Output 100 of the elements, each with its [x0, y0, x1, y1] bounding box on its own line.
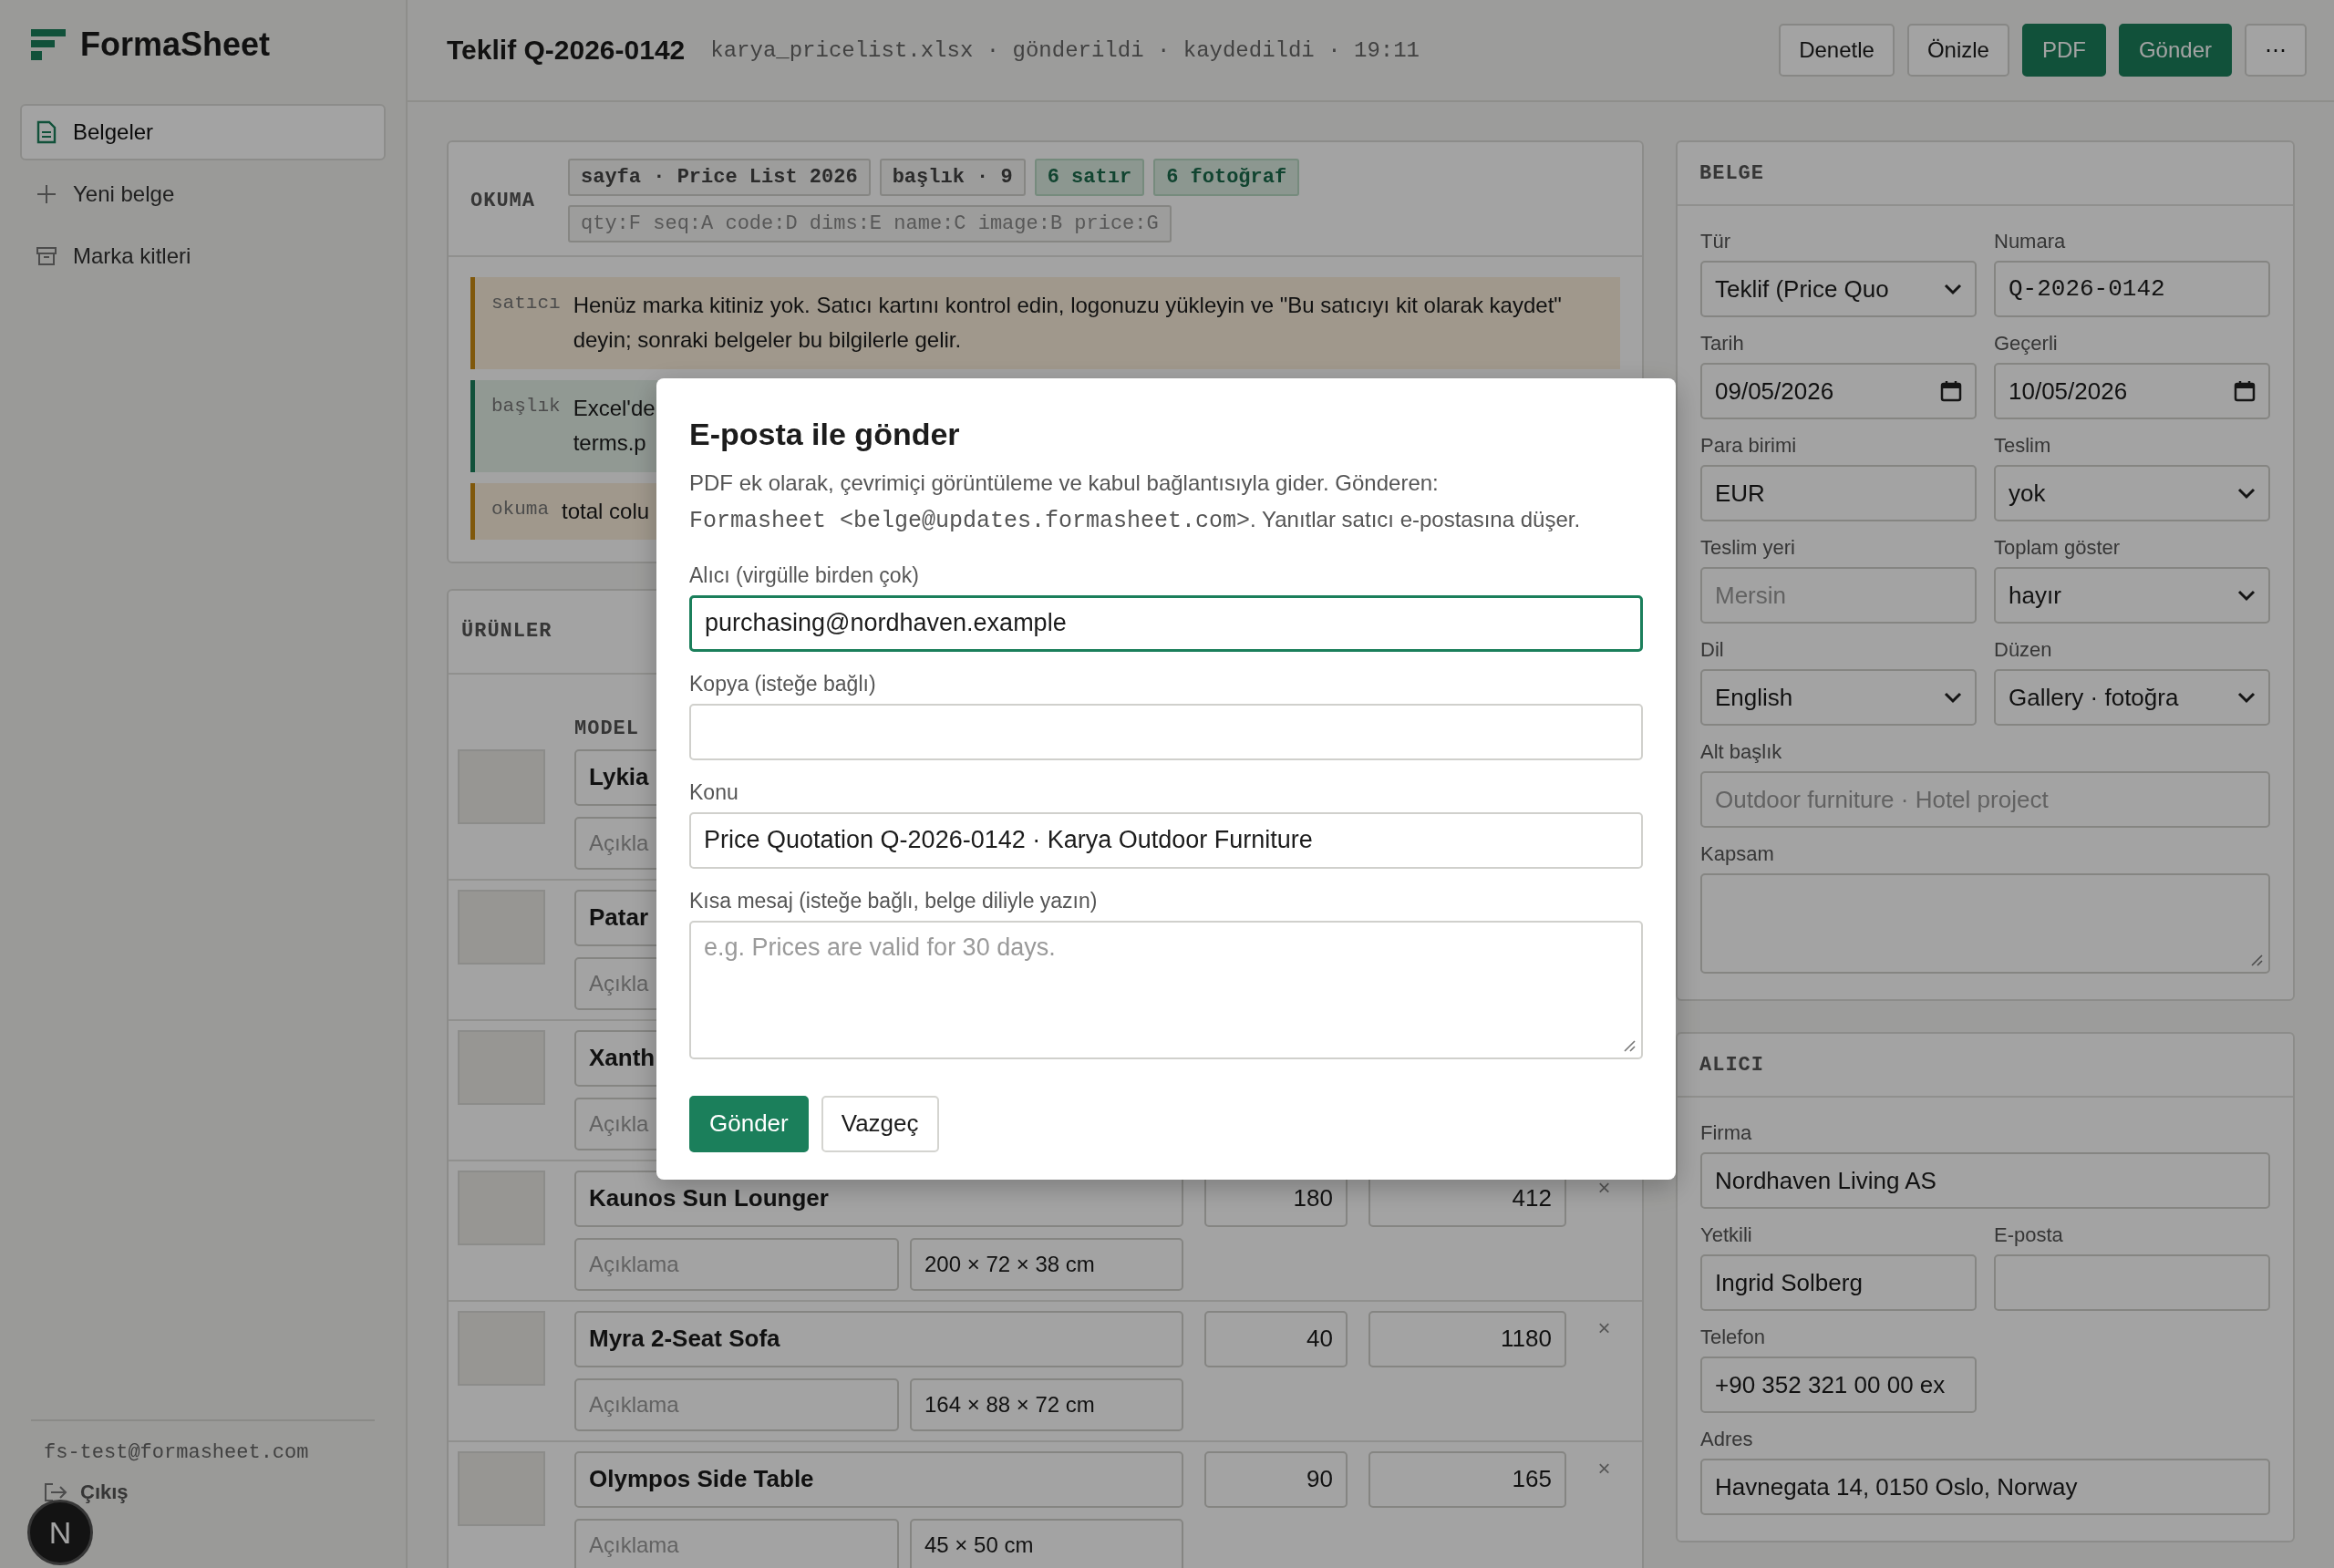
notice-text: Excel'de: [573, 394, 656, 422]
text-area[interactable]: [1700, 873, 2270, 974]
panel-title: BELGE: [1699, 161, 1764, 185]
notice-tag: başlık: [491, 395, 561, 461]
brand-name: FormaSheet: [80, 26, 271, 64]
toolbar-button[interactable]: Gönder: [2118, 24, 2232, 77]
select-field[interactable]: yok: [1994, 465, 2270, 521]
name-field[interactable]: Olympos Side Table: [574, 1450, 1183, 1508]
text-field[interactable]: Price Quotation Q-2026-0142 · Karya Outdoor Furniture: [689, 811, 1643, 869]
panel-title: OKUMA: [470, 190, 535, 212]
field-label: Geçerli: [1994, 332, 2059, 356]
field-label: Dil: [1700, 638, 1725, 662]
text-area[interactable]: e.g. Prices are valid for 30 days.: [689, 920, 1643, 1059]
column-mapping-tag: qty:F seq:A code:D dims:E name:C image:B price:G: [568, 205, 1172, 242]
text-field[interactable]: Mersin: [1700, 567, 1977, 624]
price-field[interactable]: 1180: [1368, 1310, 1566, 1367]
document-meta: karya_pricelist.xlsx · gönderildi · kaydedildi · 19:11: [710, 37, 1420, 63]
notice-text: terms.p: [573, 429, 647, 458]
panel-title: ÜRÜNLER: [461, 620, 553, 644]
chevron-down-icon: [1944, 691, 1962, 704]
text-field[interactable]: [1994, 1254, 2270, 1311]
select-field[interactable]: English: [1700, 669, 1977, 726]
user-email: fs-test@formasheet.com: [44, 1441, 310, 1464]
field-label: Teslim: [1994, 434, 2052, 458]
dialog-button[interactable]: Gönder: [689, 1095, 809, 1152]
select-field[interactable]: Gallery · fotoğra: [1994, 669, 2270, 726]
chevron-down-icon: [1944, 283, 1962, 295]
resize-handle-icon: [1623, 1038, 1636, 1052]
field-label: Alt başlık: [1700, 740, 1783, 764]
text-field[interactable]: Ingrid Solberg: [1700, 1254, 1977, 1311]
sidebar-item[interactable]: Yeni belge: [20, 166, 386, 222]
text-field[interactable]: purchasing@nordhaven.example: [689, 594, 1643, 652]
toolbar-button[interactable]: Önizle: [1906, 24, 2009, 77]
document-title: Teklif Q-2026-0142: [447, 35, 686, 66]
text-field[interactable]: +90 352 321 00 00 ex: [1700, 1357, 1977, 1413]
sidebar-item[interactable]: Belgeler: [20, 104, 386, 160]
field-label: Alıcı (virgülle birden çok): [689, 562, 920, 588]
price-field[interactable]: 165: [1368, 1450, 1566, 1508]
chevron-down-icon: [2237, 691, 2256, 704]
info-tag: başlık · 9: [879, 159, 1026, 196]
dialog-button[interactable]: Vazgeç: [821, 1095, 939, 1152]
field-label: Numara: [1994, 230, 2067, 253]
info-tag: sayfa · Price List 2026: [568, 159, 871, 196]
more-button[interactable]: ⋯: [2245, 24, 2307, 77]
text-field[interactable]: EUR: [1700, 465, 1977, 521]
description-field[interactable]: Açıklama: [574, 1237, 899, 1291]
panel-title: ALICI: [1699, 1053, 1764, 1077]
text-field[interactable]: Outdoor furniture · Hotel project: [1700, 771, 2270, 828]
dimensions-field[interactable]: 45 × 50 cm: [910, 1518, 1183, 1568]
resize-handle-icon: [2250, 954, 2263, 966]
field-label: Kısa mesaj (isteğe bağlı, belge diliyle yazın): [689, 888, 1099, 913]
toolbar-button[interactable]: Denetle: [1779, 24, 1895, 77]
logo-icon: [31, 29, 66, 60]
toolbar-button[interactable]: PDF: [2021, 24, 2106, 77]
quantity-field[interactable]: 90: [1204, 1450, 1348, 1508]
document-icon: [36, 120, 57, 144]
description-field[interactable]: Açıklama: [574, 1377, 899, 1431]
field-label: Teslim yeri: [1700, 536, 1796, 560]
date-field[interactable]: 09/05/2026: [1700, 363, 1977, 419]
description-field[interactable]: Açıklama: [574, 1518, 899, 1568]
quantity-field[interactable]: 40: [1204, 1310, 1348, 1367]
text-field[interactable]: Q-2026-0142: [1994, 261, 2270, 317]
text-field[interactable]: Havnegata 14, 0150 Oslo, Norway: [1700, 1459, 2270, 1515]
column-header: MODEL: [574, 717, 639, 740]
select-field[interactable]: Teklif (Price Quo: [1700, 261, 1977, 317]
calendar-icon: [1940, 380, 1962, 402]
text-field[interactable]: [689, 703, 1643, 760]
plus-icon: [36, 184, 57, 204]
dimensions-field[interactable]: 200 × 72 × 38 cm: [910, 1237, 1183, 1291]
field-label: E-posta: [1994, 1223, 2064, 1247]
info-tag: 6 satır: [1034, 159, 1145, 196]
chevron-down-icon: [2237, 487, 2256, 500]
field-label: Adres: [1700, 1428, 1754, 1451]
sidebar-item[interactable]: Marka kitleri: [20, 228, 386, 284]
notice-text: total colu: [562, 497, 650, 525]
select-field[interactable]: hayır: [1994, 567, 2270, 624]
field-label: Konu: [689, 779, 739, 805]
info-tag: 6 fotoğraf: [1153, 159, 1300, 196]
archive-box-icon: [36, 246, 57, 266]
dialog-title: E-posta ile gönder: [689, 417, 961, 452]
calendar-icon: [2234, 380, 2256, 402]
logout-icon: [44, 1482, 67, 1502]
field-label: Telefon: [1700, 1326, 1766, 1349]
field-label: Tarih: [1700, 332, 1745, 356]
name-field[interactable]: Myra 2-Seat Sofa: [574, 1310, 1183, 1367]
field-label: Kapsam: [1700, 842, 1775, 866]
field-label: Yetkili: [1700, 1223, 1753, 1247]
notice-tag: okuma: [491, 498, 549, 529]
field-label: Tür: [1700, 230, 1731, 253]
field-label: Toplam göster: [1994, 536, 2122, 560]
text-field[interactable]: Nordhaven Living AS: [1700, 1152, 2270, 1209]
field-label: Para birimi: [1700, 434, 1798, 458]
field-label: Düzen: [1994, 638, 2053, 662]
date-field[interactable]: 10/05/2026: [1994, 363, 2270, 419]
chevron-down-icon: [2237, 589, 2256, 602]
field-label: Kopya (isteğe bağlı): [689, 671, 877, 696]
dimensions-field[interactable]: 164 × 88 × 72 cm: [910, 1377, 1183, 1431]
field-label: Firma: [1700, 1121, 1753, 1145]
notice-tag: satıcı: [491, 293, 561, 358]
dialog-description: PDF ek olarak, çevrimiçi görüntüleme ve kabul bağlantısıyla gider. Gönderen: Formasheet <belge@updates.formasheet.com>. Yanıtlar satıcı e-postasına düşer.: [689, 469, 1582, 536]
